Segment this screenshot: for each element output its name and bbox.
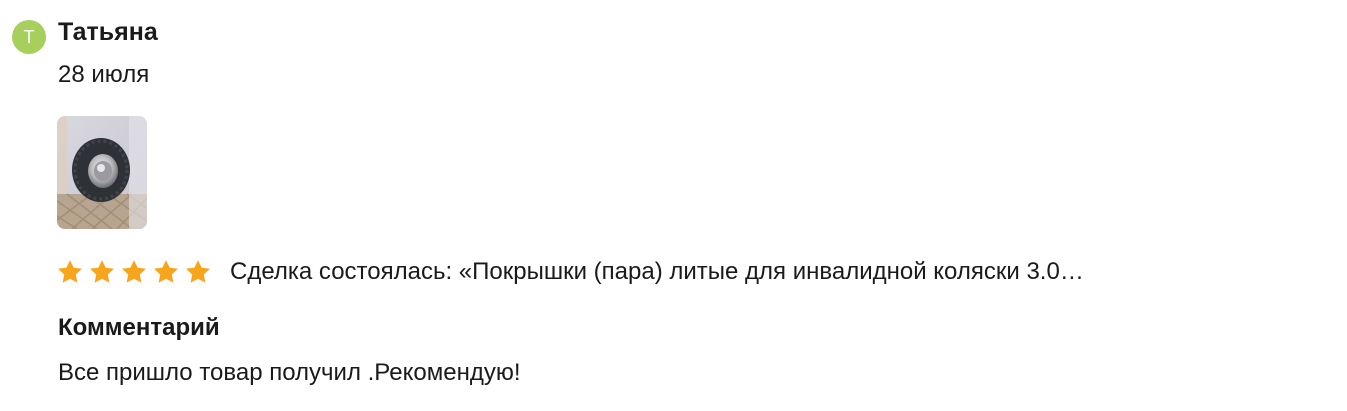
avatar[interactable]: Т [12,20,46,54]
rating-row: Сделка состоялась: «Покрышки (пара) литы… [56,252,1084,292]
comment-heading: Комментарий [58,314,220,341]
comment-text: Все пришло товар получил .Рекомендую! [58,359,521,386]
review-date: 28 июля [58,61,150,88]
star-icon [184,258,212,286]
rating-stars [56,258,216,286]
tire-photo-icon [57,116,147,229]
review-card: Т Татьяна 28 июля Сделка состоялась: «По… [0,0,1347,411]
star-icon [88,258,116,286]
star-icon [120,258,148,286]
deal-link[interactable]: Сделка состоялась: «Покрышки (пара) литы… [230,255,1084,289]
review-photo-thumbnail[interactable] [57,116,147,229]
star-icon [152,258,180,286]
author-name[interactable]: Татьяна [58,14,158,50]
star-icon [56,258,84,286]
